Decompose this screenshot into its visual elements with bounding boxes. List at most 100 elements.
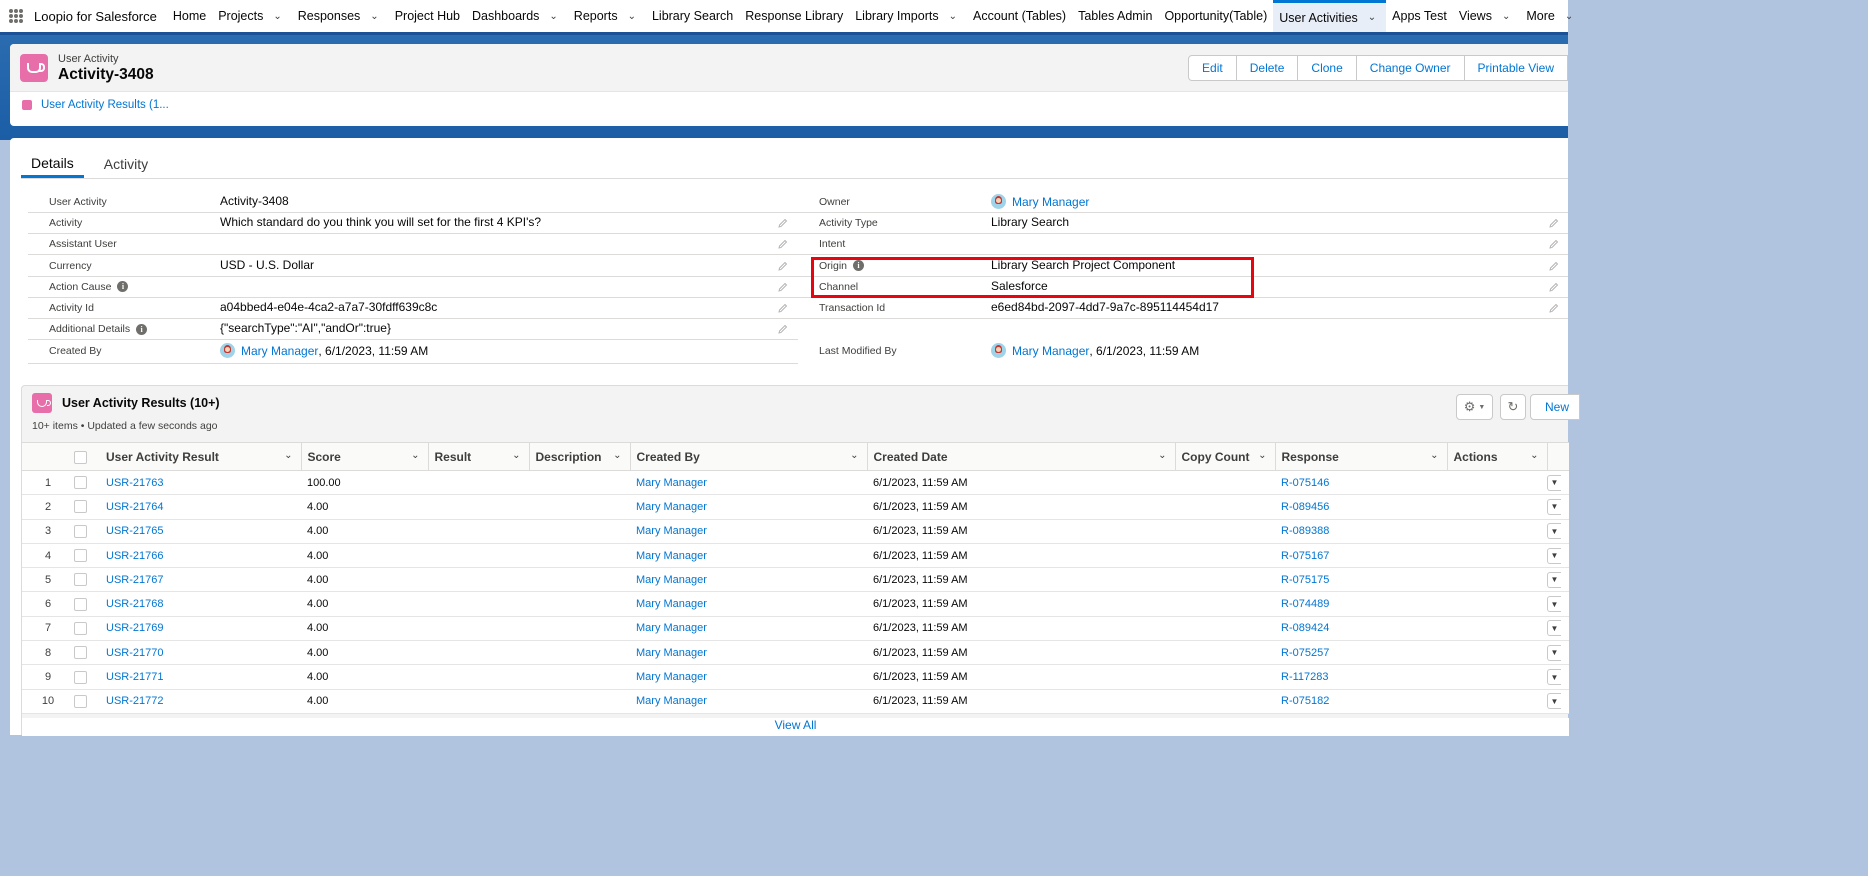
chevron-down-icon[interactable]: ⌄ — [1158, 450, 1166, 461]
pencil-icon[interactable] — [778, 217, 788, 228]
chevron-down-icon[interactable]: ⌄ — [1430, 450, 1438, 461]
chevron-down-icon[interactable]: ⌄ — [850, 450, 858, 461]
user-link[interactable]: Mary Manager — [636, 574, 707, 586]
tab-details[interactable]: Details — [21, 150, 84, 178]
response-link[interactable]: R-075175 — [1281, 574, 1329, 586]
pencil-icon[interactable] — [778, 260, 788, 271]
nav-item-reports[interactable]: Reports ⌄ — [568, 0, 646, 32]
nav-item-user-activities[interactable]: User Activities ⌄ — [1273, 0, 1387, 32]
nav-item-opportunity-table[interactable]: Opportunity(Table) — [1158, 0, 1273, 32]
column-header[interactable]: Score ⌄ — [300, 442, 428, 471]
nav-item-account-tables[interactable]: Account (Tables) — [967, 0, 1072, 32]
info-icon[interactable]: i — [117, 281, 129, 293]
nav-item-library-imports[interactable]: Library Imports ⌄ — [849, 0, 967, 32]
result-link[interactable]: USR-21767 — [106, 574, 163, 586]
chevron-down-icon[interactable]: ⌄ — [1258, 450, 1266, 461]
user-link[interactable]: Mary Manager — [636, 647, 707, 659]
info-icon[interactable]: i — [136, 323, 148, 335]
printable-view-button[interactable]: Printable View — [1463, 55, 1568, 81]
related-quick-link[interactable]: User Activity Results (1... — [22, 99, 169, 111]
pencil-icon[interactable] — [778, 281, 788, 292]
chevron-down-icon[interactable]: ⌄ — [370, 11, 378, 22]
row-checkbox[interactable] — [74, 549, 87, 563]
response-link[interactable]: R-089456 — [1281, 501, 1329, 513]
chevron-down-icon[interactable]: ⌄ — [1565, 11, 1573, 22]
user-link[interactable]: Mary Manager — [636, 671, 707, 683]
refresh-button[interactable]: ↻ — [1500, 394, 1526, 420]
response-link[interactable]: R-074489 — [1281, 598, 1329, 610]
clone-button[interactable]: Clone — [1297, 55, 1357, 81]
user-link[interactable]: Mary Manager — [636, 622, 707, 634]
nav-item-library-search[interactable]: Library Search — [646, 0, 739, 32]
result-link[interactable]: USR-21770 — [106, 647, 163, 659]
edit-button[interactable]: Edit — [1188, 55, 1237, 81]
pencil-icon[interactable] — [1549, 260, 1559, 271]
user-link[interactable]: Mary Manager — [636, 477, 707, 489]
tab-activity[interactable]: Activity — [94, 150, 158, 178]
chevron-down-icon[interactable]: ⌄ — [512, 450, 520, 461]
column-header[interactable]: Created Date ⌄ — [866, 442, 1175, 471]
row-checkbox[interactable] — [74, 621, 87, 635]
response-link[interactable]: R-117283 — [1281, 671, 1329, 683]
row-action-menu[interactable]: ▼ — [1547, 644, 1561, 661]
result-link[interactable]: USR-21772 — [106, 695, 163, 707]
pencil-icon[interactable] — [1549, 238, 1559, 250]
result-link[interactable]: USR-21771 — [106, 671, 163, 683]
related-list-title[interactable]: User Activity Results (10+) — [62, 396, 220, 410]
user-link[interactable]: Mary Manager — [636, 525, 707, 537]
user-link[interactable]: Mary Manager — [636, 501, 707, 513]
chevron-down-icon[interactable]: ⌄ — [613, 450, 621, 461]
row-checkbox[interactable] — [74, 670, 87, 684]
chevron-down-icon[interactable]: ⌄ — [411, 450, 419, 461]
pencil-icon[interactable] — [1549, 302, 1559, 313]
row-action-menu[interactable]: ▼ — [1547, 474, 1561, 491]
response-link[interactable]: R-075167 — [1281, 550, 1329, 562]
pencil-icon[interactable] — [1549, 217, 1559, 228]
row-checkbox[interactable] — [74, 597, 87, 611]
result-link[interactable]: USR-21769 — [106, 622, 163, 634]
column-header[interactable]: User Activity Result ⌄ — [100, 442, 301, 471]
response-link[interactable]: R-075182 — [1281, 695, 1329, 707]
nav-item-apps-test[interactable]: Apps Test — [1386, 0, 1453, 32]
chevron-down-icon[interactable]: ⌄ — [1368, 12, 1376, 23]
column-header[interactable]: Result ⌄ — [427, 442, 529, 471]
row-action-menu[interactable]: ▼ — [1547, 498, 1561, 515]
select-all-checkbox[interactable] — [74, 450, 87, 464]
nav-item-responses[interactable]: Responses ⌄ — [292, 0, 389, 32]
chevron-down-icon[interactable]: ⌄ — [1502, 11, 1510, 22]
user-link[interactable]: Mary Manager — [636, 598, 707, 610]
chevron-down-icon[interactable]: ⌄ — [273, 11, 281, 22]
row-checkbox[interactable] — [74, 573, 87, 587]
column-header[interactable]: Description ⌄ — [528, 442, 630, 471]
nav-item-dashboards[interactable]: Dashboards ⌄ — [466, 0, 568, 32]
pencil-icon[interactable] — [778, 238, 788, 250]
row-action-menu[interactable]: ▼ — [1547, 571, 1561, 588]
column-header[interactable]: Actions ⌄ — [1446, 442, 1547, 471]
result-link[interactable]: USR-21766 — [106, 550, 163, 562]
chevron-down-icon[interactable]: ⌄ — [1530, 450, 1538, 461]
nav-item-project-hub[interactable]: Project Hub — [389, 0, 466, 32]
column-header[interactable]: Created By ⌄ — [629, 442, 867, 471]
change-owner-button[interactable]: Change Owner — [1355, 55, 1465, 81]
delete-button[interactable]: Delete — [1235, 55, 1299, 81]
response-link[interactable]: R-075146 — [1281, 477, 1329, 489]
row-action-menu[interactable]: ▼ — [1547, 596, 1561, 613]
row-checkbox[interactable] — [74, 646, 87, 660]
pencil-icon[interactable] — [778, 302, 788, 313]
row-checkbox[interactable] — [74, 500, 87, 514]
nav-item-projects[interactable]: Projects ⌄ — [212, 0, 292, 32]
chevron-down-icon[interactable]: ⌄ — [949, 11, 957, 22]
result-link[interactable]: USR-21763 — [106, 477, 163, 489]
app-launcher-icon[interactable] — [9, 9, 23, 23]
row-action-menu[interactable]: ▼ — [1547, 693, 1561, 710]
nav-item-more[interactable]: More ⌄ — [1520, 0, 1583, 32]
row-checkbox[interactable] — [74, 524, 87, 538]
row-checkbox[interactable] — [74, 694, 87, 708]
chevron-down-icon[interactable]: ⌄ — [628, 11, 636, 22]
nav-item-tables-admin[interactable]: Tables Admin — [1072, 0, 1158, 32]
nav-item-response-library[interactable]: Response Library — [739, 0, 849, 32]
user-link[interactable]: Mary Manager — [1012, 344, 1089, 358]
user-link[interactable]: Mary Manager — [241, 344, 318, 358]
row-action-menu[interactable]: ▼ — [1547, 669, 1561, 686]
column-header[interactable]: Response ⌄ — [1274, 442, 1447, 471]
